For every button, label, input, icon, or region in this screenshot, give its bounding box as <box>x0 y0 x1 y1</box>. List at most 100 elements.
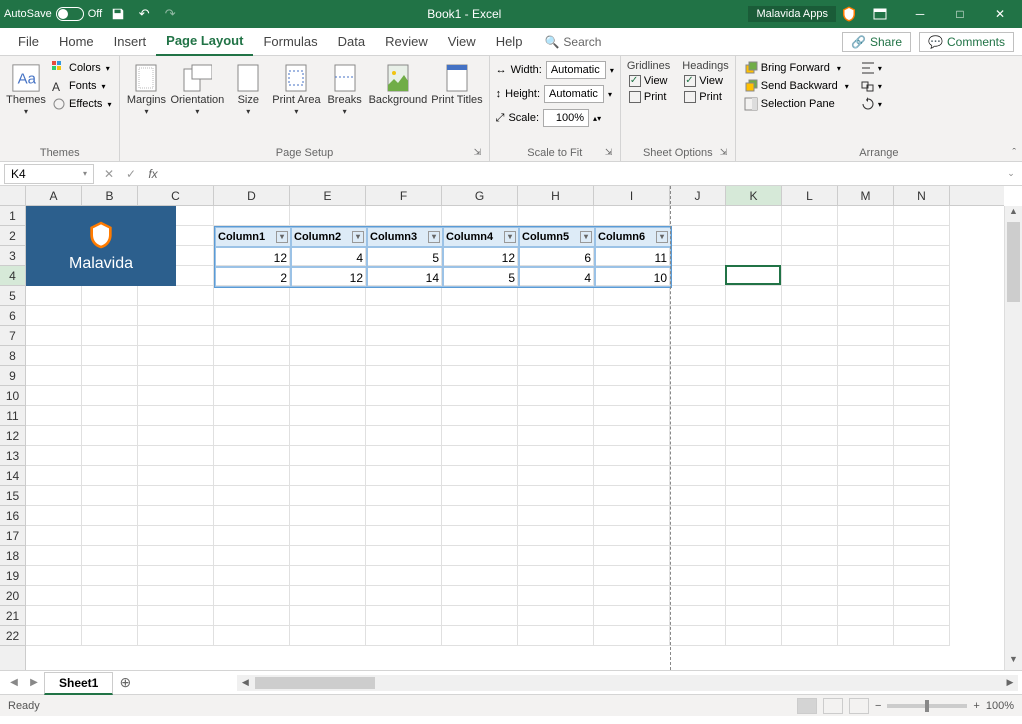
tab-home[interactable]: Home <box>49 28 104 55</box>
zoom-in-icon[interactable]: + <box>973 700 979 712</box>
cell[interactable] <box>290 506 366 526</box>
cell[interactable] <box>518 286 594 306</box>
cell[interactable] <box>782 466 838 486</box>
orientation-button[interactable]: Orientation▾ <box>170 60 224 116</box>
cell[interactable] <box>782 526 838 546</box>
cell[interactable] <box>518 346 594 366</box>
cell[interactable] <box>26 606 82 626</box>
tab-formulas[interactable]: Formulas <box>253 28 327 55</box>
cell[interactable] <box>782 326 838 346</box>
cell[interactable] <box>442 286 518 306</box>
cell[interactable] <box>670 346 726 366</box>
cell[interactable] <box>838 626 894 646</box>
cell[interactable] <box>894 586 950 606</box>
name-box[interactable]: K4▾ <box>4 164 94 184</box>
cell[interactable] <box>838 326 894 346</box>
cell[interactable] <box>838 446 894 466</box>
cell[interactable] <box>726 426 782 446</box>
cell[interactable] <box>782 566 838 586</box>
cell[interactable] <box>214 466 290 486</box>
table-header[interactable]: Column6▾ <box>595 227 671 247</box>
cell[interactable] <box>214 406 290 426</box>
cell[interactable] <box>518 366 594 386</box>
cell[interactable] <box>442 306 518 326</box>
cell[interactable] <box>726 506 782 526</box>
cell[interactable] <box>26 386 82 406</box>
cell[interactable] <box>442 366 518 386</box>
cell[interactable] <box>894 446 950 466</box>
close-icon[interactable]: ✕ <box>982 2 1018 26</box>
table-cell[interactable]: 4 <box>291 247 367 267</box>
table-cell[interactable]: 14 <box>367 267 443 287</box>
cell[interactable] <box>26 506 82 526</box>
gridlines-print-checkbox[interactable]: Print <box>627 90 670 104</box>
cell[interactable] <box>290 626 366 646</box>
table-cell[interactable]: 10 <box>595 267 671 287</box>
column-header[interactable]: F <box>366 186 442 205</box>
cell[interactable] <box>366 606 442 626</box>
cell[interactable] <box>290 406 366 426</box>
cell[interactable] <box>670 226 726 246</box>
next-sheet-icon[interactable]: ▶ <box>24 677 44 688</box>
table-header[interactable]: Column3▾ <box>367 227 443 247</box>
cell[interactable] <box>726 286 782 306</box>
scale-width-input[interactable] <box>546 61 606 79</box>
cell[interactable] <box>782 426 838 446</box>
tab-data[interactable]: Data <box>328 28 375 55</box>
cell[interactable] <box>670 406 726 426</box>
scroll-up-icon[interactable]: ▲ <box>1005 206 1022 222</box>
cell[interactable] <box>138 346 214 366</box>
cell[interactable] <box>290 526 366 546</box>
column-header[interactable]: A <box>26 186 82 205</box>
table-header[interactable]: Column1▾ <box>215 227 291 247</box>
cell[interactable] <box>726 346 782 366</box>
cell[interactable] <box>290 326 366 346</box>
cell[interactable] <box>518 606 594 626</box>
cell[interactable] <box>838 506 894 526</box>
cell[interactable] <box>894 386 950 406</box>
cell[interactable] <box>894 226 950 246</box>
cell[interactable] <box>366 546 442 566</box>
cell[interactable] <box>26 426 82 446</box>
cell[interactable] <box>442 526 518 546</box>
cell[interactable] <box>518 406 594 426</box>
cell[interactable] <box>838 206 894 226</box>
cell[interactable] <box>894 306 950 326</box>
page-layout-view-icon[interactable] <box>823 698 843 714</box>
cell[interactable] <box>594 606 670 626</box>
save-icon[interactable] <box>108 4 128 24</box>
cell[interactable] <box>518 306 594 326</box>
formula-input[interactable] <box>164 164 1000 184</box>
comments-button[interactable]: 💬 Comments <box>919 32 1014 52</box>
cell[interactable] <box>726 326 782 346</box>
cell[interactable] <box>894 486 950 506</box>
row-header[interactable]: 22 <box>0 626 25 646</box>
cell[interactable] <box>26 306 82 326</box>
row-header[interactable]: 8 <box>0 346 25 366</box>
cell[interactable] <box>894 546 950 566</box>
cell[interactable] <box>894 366 950 386</box>
column-header[interactable]: H <box>518 186 594 205</box>
cell[interactable] <box>518 326 594 346</box>
column-header[interactable]: D <box>214 186 290 205</box>
cell[interactable] <box>442 486 518 506</box>
tab-review[interactable]: Review <box>375 28 438 55</box>
cell[interactable] <box>442 446 518 466</box>
enter-formula-icon[interactable]: ✓ <box>120 163 142 185</box>
row-header[interactable]: 18 <box>0 546 25 566</box>
column-headers[interactable]: ABCDEFGHIJKLMN <box>26 186 1004 206</box>
row-header[interactable]: 9 <box>0 366 25 386</box>
cell[interactable] <box>594 526 670 546</box>
cell[interactable] <box>26 526 82 546</box>
tab-view[interactable]: View <box>438 28 486 55</box>
cell[interactable] <box>894 346 950 366</box>
row-header[interactable]: 17 <box>0 526 25 546</box>
print-titles-button[interactable]: Print Titles <box>431 60 482 107</box>
cell[interactable] <box>518 206 594 226</box>
cell[interactable] <box>782 546 838 566</box>
cell[interactable] <box>670 446 726 466</box>
group-button[interactable]: ▾ <box>859 78 884 94</box>
size-button[interactable]: Size▾ <box>228 60 268 116</box>
cell[interactable] <box>838 226 894 246</box>
cell[interactable] <box>594 506 670 526</box>
